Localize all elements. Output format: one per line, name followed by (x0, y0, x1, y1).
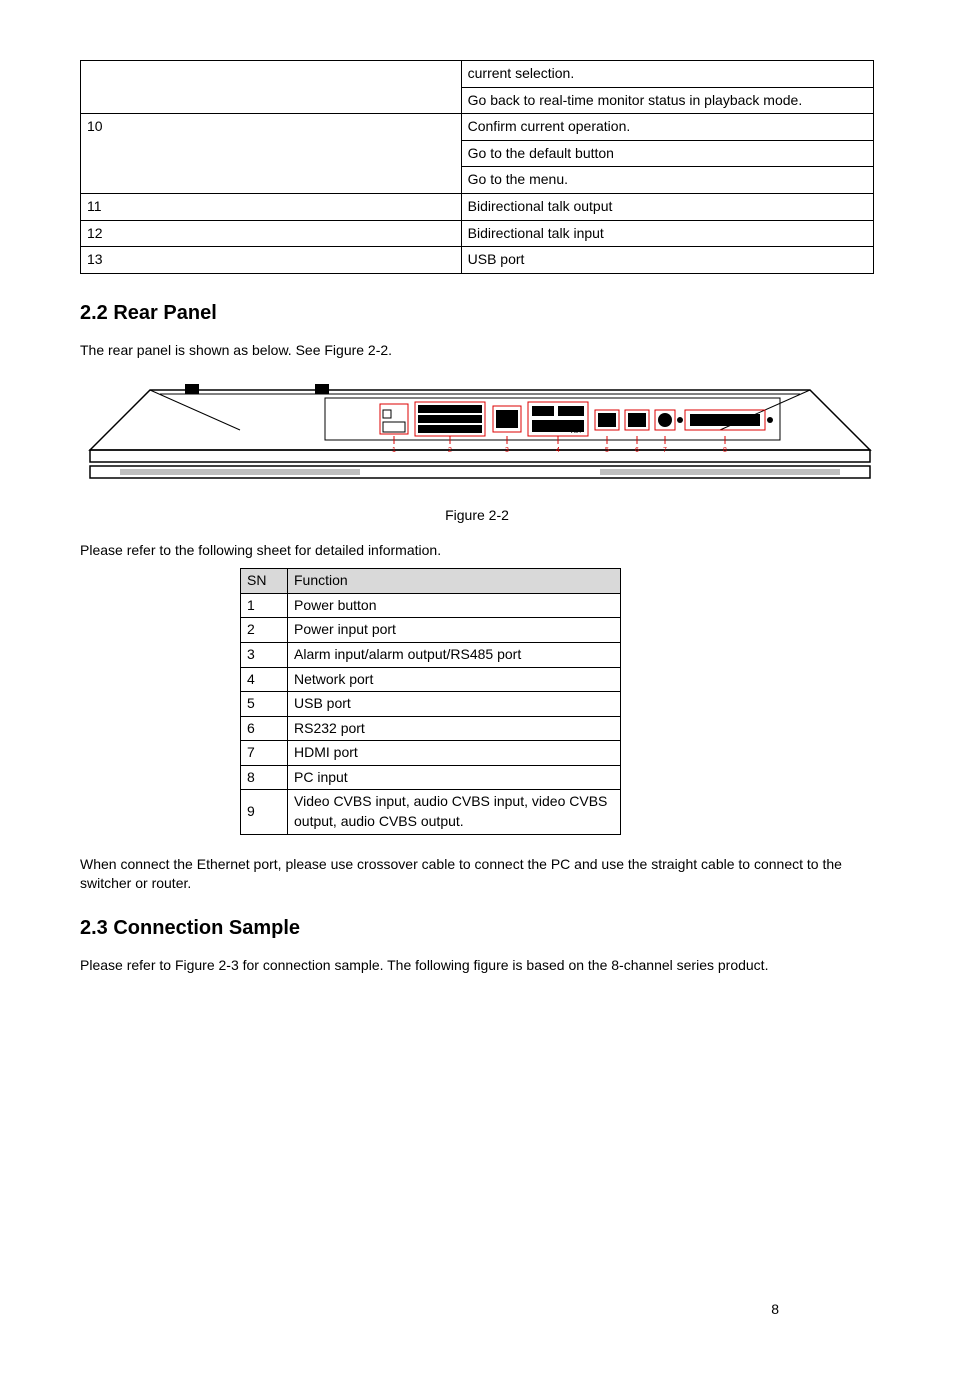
svg-text:5: 5 (605, 447, 609, 454)
svg-text:2: 2 (448, 447, 452, 454)
top-row-blank-left (81, 61, 462, 114)
sn-1: 1 (241, 593, 288, 618)
small-table-header-sn: SN (241, 569, 288, 594)
top-cell-r7: Bidirectional talk input (461, 220, 873, 247)
top-cell-13: 13 (81, 247, 462, 274)
fn-8: PC input (288, 765, 621, 790)
fn-4: Network port (288, 667, 621, 692)
figure-2-2-container: 1 2 3 4 5 6 7 8 VGA (80, 380, 874, 496)
svg-text:VGA: VGA (570, 429, 581, 435)
sn-8: 8 (241, 765, 288, 790)
fn-1: Power button (288, 593, 621, 618)
sn-9: 9 (241, 790, 288, 834)
section-2-2-intro: The rear panel is shown as below. See Fi… (80, 341, 874, 361)
top-cell-10: 10 (81, 114, 462, 194)
rear-panel-function-table: SN Function 1Power button 2Power input p… (240, 568, 621, 835)
sn-4: 4 (241, 667, 288, 692)
page-number: 8 (771, 1300, 779, 1320)
section-2-3-intro: Please refer to Figure 2-3 for connectio… (80, 956, 874, 976)
svg-text:1: 1 (392, 447, 396, 454)
sn-3: 3 (241, 642, 288, 667)
fn-5: USB port (288, 692, 621, 717)
top-cell-12: 12 (81, 220, 462, 247)
sn-6: 6 (241, 716, 288, 741)
top-cell-r2: Go back to real-time monitor status in p… (461, 87, 873, 114)
fn-6: RS232 port (288, 716, 621, 741)
sn-2: 2 (241, 618, 288, 643)
svg-text:7: 7 (663, 447, 667, 454)
svg-text:6: 6 (635, 447, 639, 454)
sn-5: 5 (241, 692, 288, 717)
small-table-header-fn: Function (288, 569, 621, 594)
sn-7: 7 (241, 741, 288, 766)
top-cell-r4: Go to the default button (461, 140, 873, 167)
section-2-2-heading: 2.2 Rear Panel (80, 299, 874, 327)
svg-text:8: 8 (723, 447, 727, 454)
top-cell-r8: USB port (461, 247, 873, 274)
top-cell-r1: current selection. (461, 61, 873, 88)
svg-text:4: 4 (556, 447, 560, 454)
top-cell-11: 11 (81, 193, 462, 220)
section-2-3-heading: 2.3 Connection Sample (80, 914, 874, 942)
rear-panel-diagram-icon: 1 2 3 4 5 6 7 8 VGA (80, 380, 880, 490)
top-cell-r5: Go to the menu. (461, 167, 873, 194)
top-continuation-table: current selection. Go back to real-time … (80, 60, 874, 274)
fn-7: HDMI port (288, 741, 621, 766)
svg-text:3: 3 (505, 447, 509, 454)
top-cell-r3: Confirm current operation. (461, 114, 873, 141)
ethernet-note: When connect the Ethernet port, please u… (80, 855, 874, 894)
figure-2-2-caption: Figure 2-2 (80, 506, 874, 526)
fn-2: Power input port (288, 618, 621, 643)
fn-3: Alarm input/alarm output/RS485 port (288, 642, 621, 667)
fn-9: Video CVBS input, audio CVBS input, vide… (288, 790, 621, 834)
top-cell-r6: Bidirectional talk output (461, 193, 873, 220)
small-table-intro: Please refer to the following sheet for … (80, 541, 874, 561)
